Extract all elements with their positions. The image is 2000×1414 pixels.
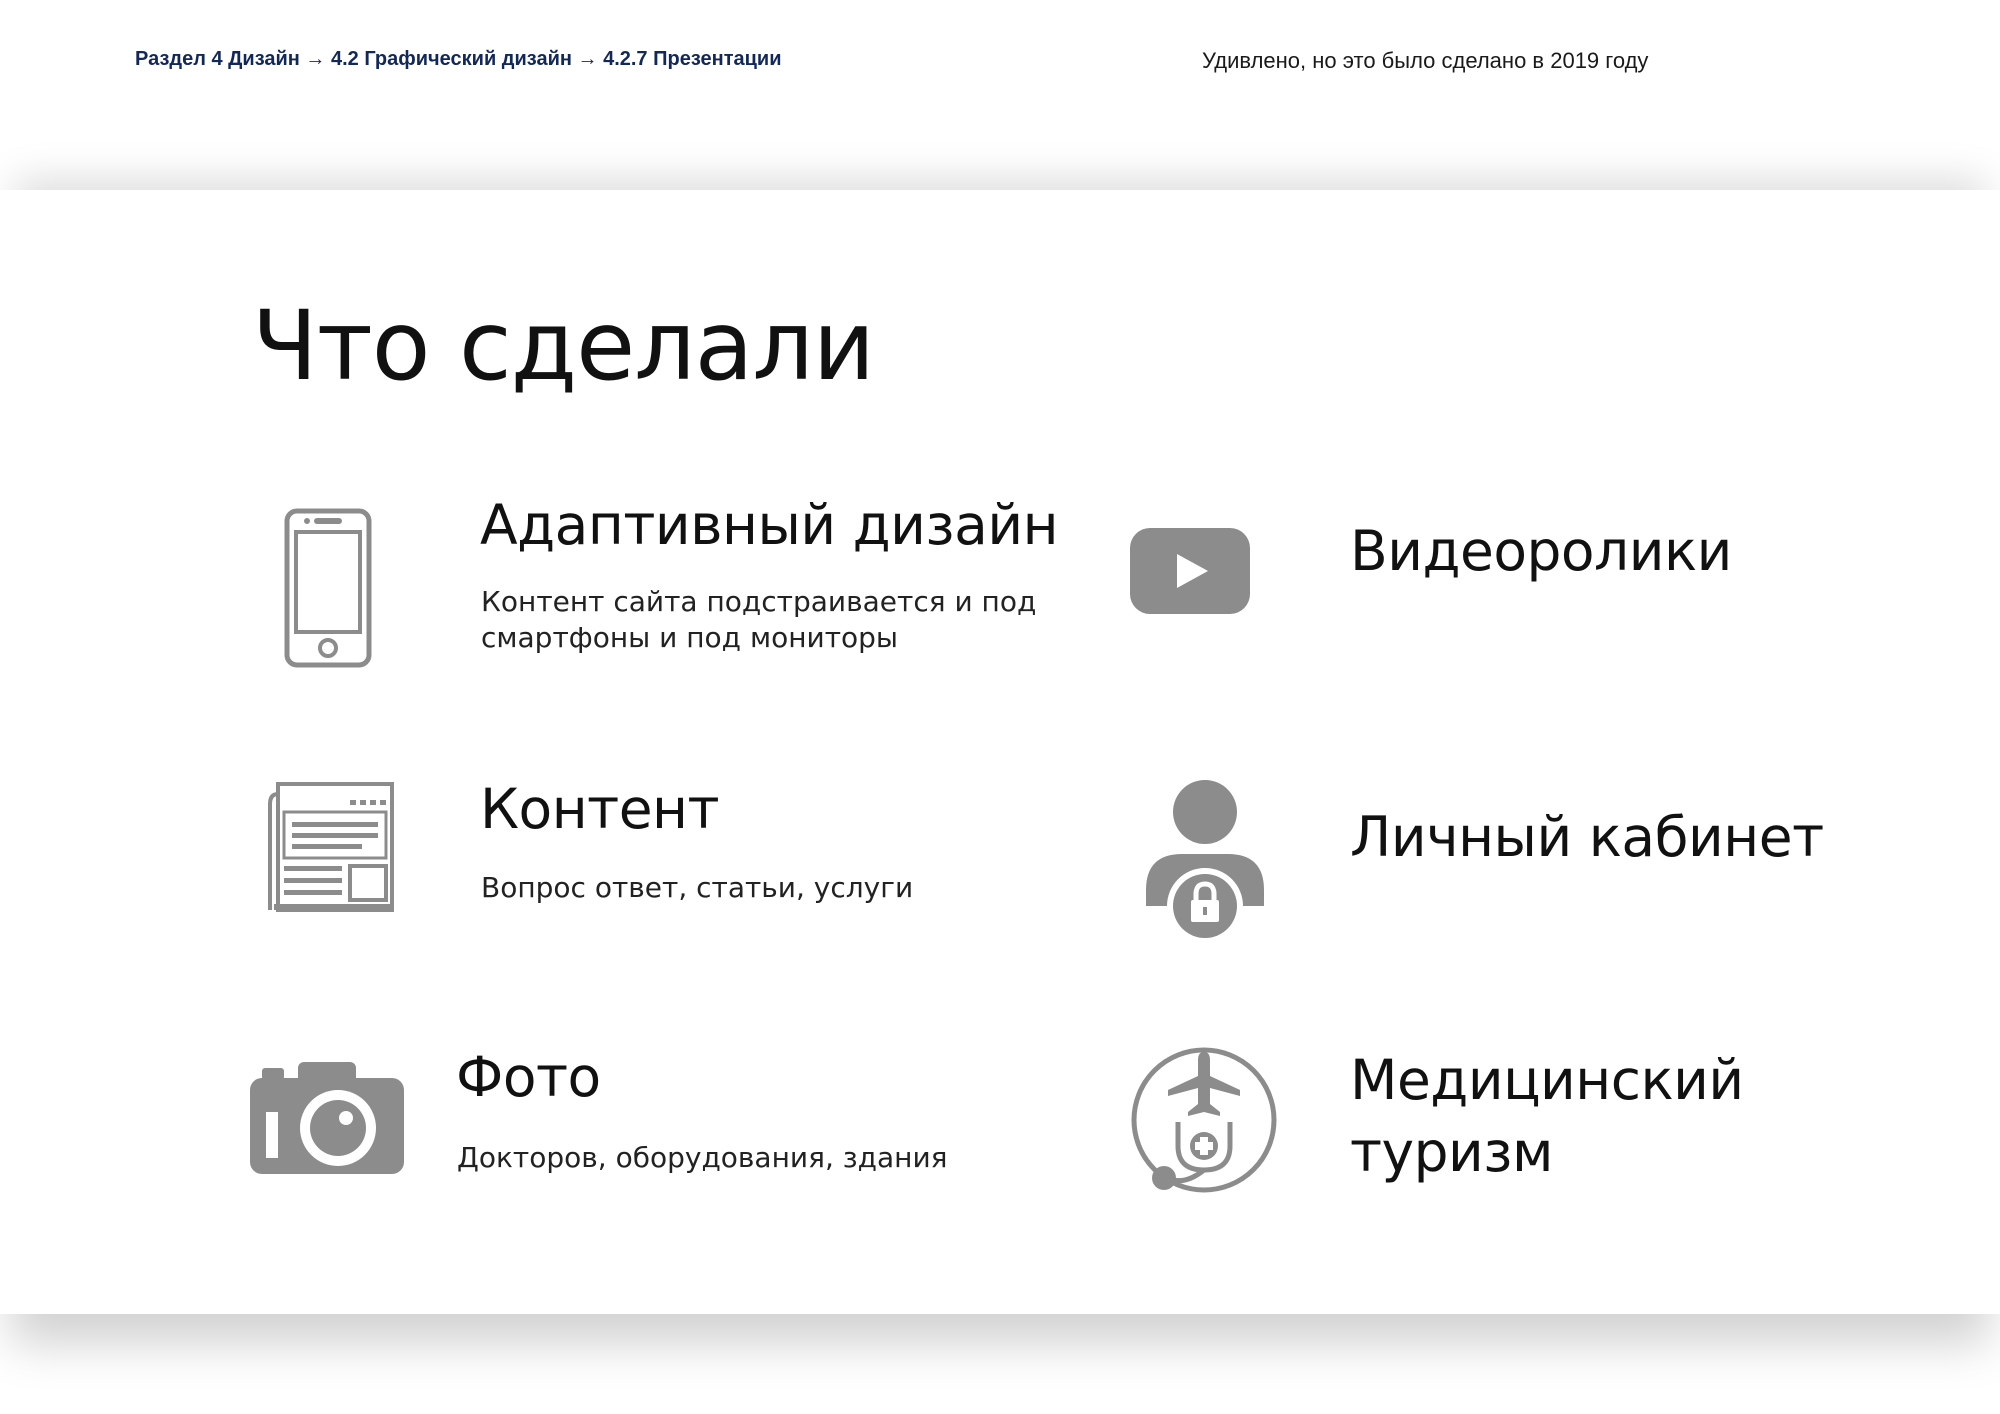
item-desc-content: Вопрос ответ, статьи, услуги (481, 871, 914, 904)
slide-card: Что сделали Адаптивный дизайн Контент са… (0, 190, 2000, 1314)
newspaper-icon (268, 782, 394, 912)
user-lock-icon (1146, 780, 1264, 944)
item-title-photo: Фото (456, 1045, 601, 1109)
page: Раздел 4 Дизайн → 4.2 Графический дизайн… (0, 0, 2000, 1414)
item-title-content: Контент (480, 777, 720, 841)
medical-tourism-icon (1131, 1047, 1277, 1193)
camera-icon (250, 1062, 404, 1174)
item-title-video: Видеоролики (1350, 519, 1732, 583)
item-desc-adaptive: Контент сайта подстраивается и под смарт… (481, 585, 1037, 654)
breadcrumb[interactable]: Раздел 4 Дизайн → 4.2 Графический дизайн… (135, 48, 782, 71)
item-title-medical-tourism: Медицинский туризм (1350, 1048, 1744, 1184)
item-desc-photo: Докторов, оборудования, здания (457, 1141, 948, 1174)
item-title-account: Личный кабинет (1350, 805, 1824, 869)
slide-title: Что сделали (252, 290, 875, 402)
header-note: Удивлено, но это было сделано в 2019 год… (1202, 48, 1649, 73)
item-title-adaptive: Адаптивный дизайн (480, 493, 1059, 557)
video-play-icon (1130, 528, 1250, 614)
smartphone-icon (284, 508, 372, 668)
